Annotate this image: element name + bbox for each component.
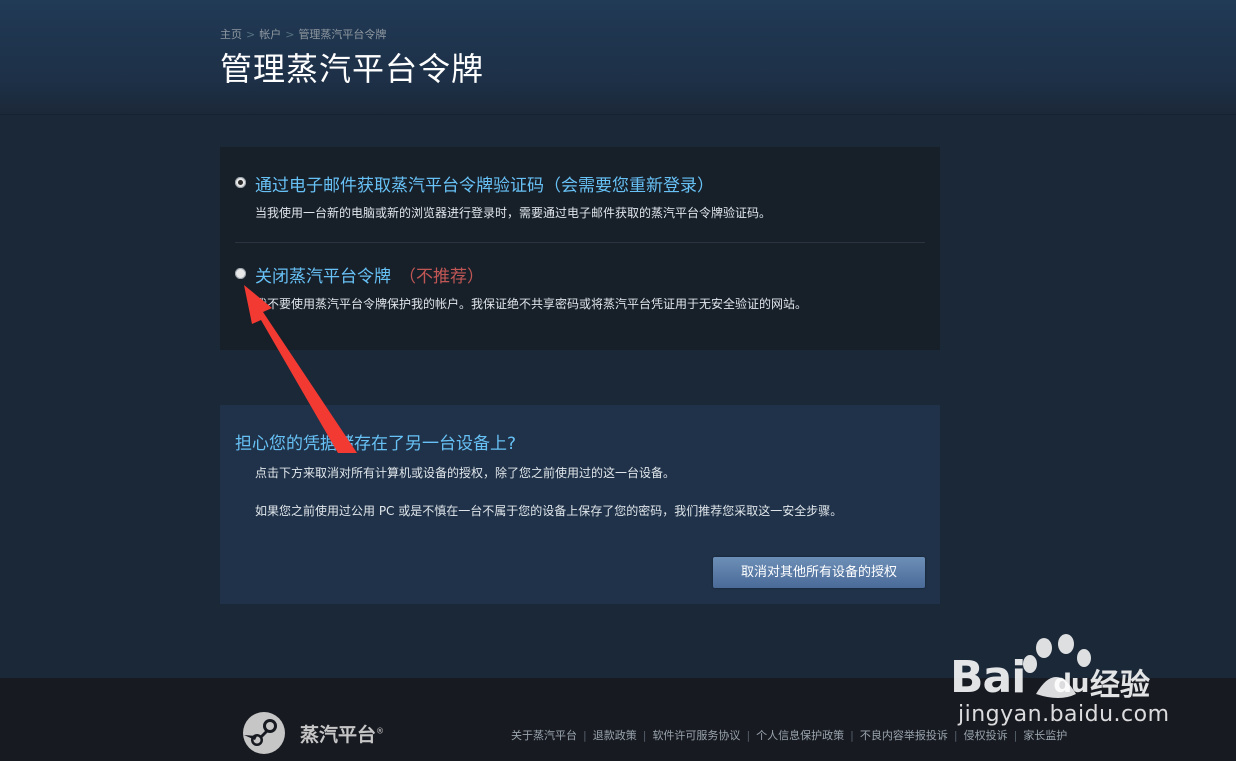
watermark-url: jingyan.baidu.com bbox=[958, 702, 1170, 727]
header-band bbox=[0, 0, 1236, 115]
guard-options-panel: 通过电子邮件获取蒸汽平台令牌验证码（会需要您重新登录） 当我使用一台新的电脑或新… bbox=[220, 147, 940, 350]
footer-brand: 蒸汽平台® bbox=[300, 724, 385, 746]
deauthorize-all-devices-button[interactable]: 取消对其他所有设备的授权 bbox=[713, 557, 925, 588]
radio-disable-guard[interactable] bbox=[235, 268, 246, 279]
footer-link-privacy[interactable]: 个人信息保护政策 bbox=[756, 729, 844, 742]
option-disable-guard-description: 我不要使用蒸汽平台令牌保护我的帐户。我保证绝不共享密码或将蒸汽平台凭证用于无安全… bbox=[255, 297, 808, 311]
deauthorize-text-2: 如果您之前使用过公用 PC 或是不慎在一台不属于您的设备上保存了您的密码，我们推… bbox=[255, 504, 843, 518]
watermark-logo-text: Bai du bbox=[950, 652, 1089, 703]
breadcrumb-separator: > bbox=[246, 28, 256, 41]
page-title: 管理蒸汽平台令牌 bbox=[220, 50, 485, 88]
breadcrumb-separator: > bbox=[285, 28, 295, 41]
not-recommended-label: （不推荐） bbox=[399, 267, 484, 287]
footer-link-license[interactable]: 软件许可服务协议 bbox=[652, 729, 740, 742]
radio-email-code[interactable] bbox=[235, 177, 246, 188]
breadcrumb-home[interactable]: 主页 bbox=[220, 28, 242, 41]
watermark-brand: 经验 bbox=[1090, 668, 1150, 703]
footer-link-report[interactable]: 不良内容举报投诉 bbox=[860, 729, 948, 742]
deauthorize-panel: 担心您的凭据储存在了另一台设备上? 点击下方来取消对所有计算机或设备的授权，除了… bbox=[220, 405, 940, 604]
option-email-code-description: 当我使用一台新的电脑或新的浏览器进行登录时，需要通过电子邮件获取的蒸汽平台令牌验… bbox=[255, 206, 772, 220]
footer-link-refund[interactable]: 退款政策 bbox=[593, 729, 637, 742]
option-email-code-title[interactable]: 通过电子邮件获取蒸汽平台令牌验证码（会需要您重新登录） bbox=[255, 171, 714, 196]
breadcrumb: 主页 > 帐户 > 管理蒸汽平台令牌 bbox=[220, 26, 386, 42]
footer-link-about[interactable]: 关于蒸汽平台 bbox=[511, 729, 577, 742]
breadcrumb-current: 管理蒸汽平台令牌 bbox=[298, 28, 387, 41]
option-disable-guard-title[interactable]: 关闭蒸汽平台令牌 （不推荐） bbox=[255, 262, 484, 287]
deauthorize-title: 担心您的凭据储存在了另一台设备上? bbox=[235, 434, 517, 454]
deauthorize-text-1: 点击下方来取消对所有计算机或设备的授权，除了您之前使用过的这一台设备。 bbox=[255, 466, 676, 480]
breadcrumb-account[interactable]: 帐户 bbox=[259, 28, 281, 41]
option-divider bbox=[235, 242, 925, 243]
steam-logo-icon[interactable] bbox=[242, 711, 286, 755]
